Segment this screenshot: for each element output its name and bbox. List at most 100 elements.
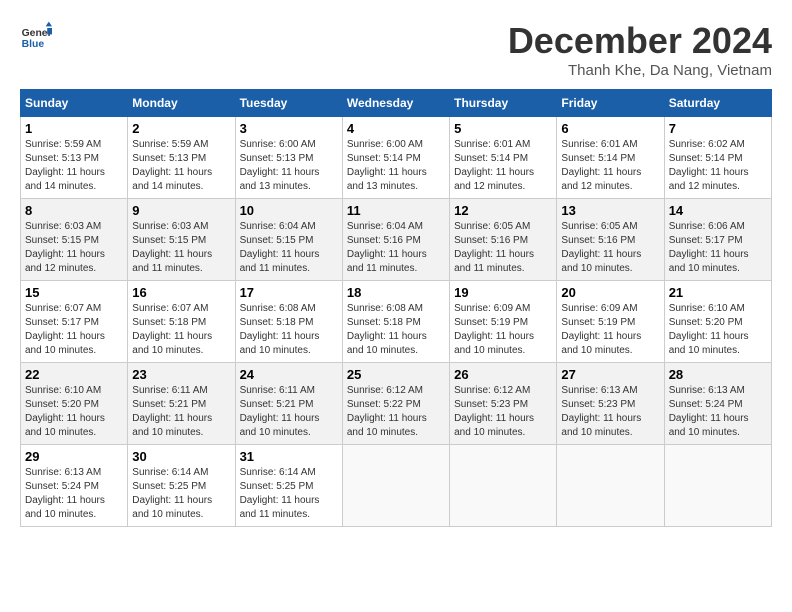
title-block: December 2024 Thanh Khe, Da Nang, Vietna… (508, 20, 772, 79)
table-row: 11Sunrise: 6:04 AM Sunset: 5:16 PM Dayli… (342, 199, 449, 281)
table-row: 13 Sunrise: 6:05 AM Sunset: 5:16 PM Dayli… (557, 199, 664, 281)
day-info: Sunrise: 6:13 AM Sunset: 5:24 PM Dayligh… (25, 466, 123, 522)
day-number: 18 (347, 285, 445, 300)
day-info: Sunrise: 6:10 AM Sunset: 5:20 PM Dayligh… (669, 302, 767, 358)
day-info: Sunrise: 6:04 AM Sunset: 5:15 PM Dayligh… (240, 220, 338, 276)
logo-icon: General Blue (20, 20, 52, 52)
table-row: 31 Sunrise: 6:14 AM Sunset: 5:25 PM Dayli… (235, 445, 342, 527)
calendar-table: Sunday Monday Tuesday Wednesday Thursday… (20, 89, 772, 527)
day-number: 1 (25, 121, 123, 136)
calendar-week-1: 1 Sunrise: 5:59 AM Sunset: 5:13 PM Daylig… (21, 117, 772, 199)
table-row: 4 Sunrise: 6:00 AM Sunset: 5:14 PM Daylig… (342, 117, 449, 199)
table-row: 17 Sunrise: 6:08 AM Sunset: 5:18 PM Dayli… (235, 281, 342, 363)
table-row: 15Sunrise: 6:07 AM Sunset: 5:17 PM Dayli… (21, 281, 128, 363)
table-row: 8 Sunrise: 6:03 AM Sunset: 5:15 PM Daylig… (21, 199, 128, 281)
calendar-week-3: 15Sunrise: 6:07 AM Sunset: 5:17 PM Dayli… (21, 281, 772, 363)
day-number: 2 (132, 121, 230, 136)
day-number: 6 (561, 121, 659, 136)
table-row: 21 Sunrise: 6:10 AM Sunset: 5:20 PM Dayli… (664, 281, 771, 363)
table-row (342, 445, 449, 527)
day-info: Sunrise: 6:09 AM Sunset: 5:19 PM Dayligh… (561, 302, 659, 358)
day-number: 3 (240, 121, 338, 136)
day-info: Sunrise: 6:13 AM Sunset: 5:23 PM Dayligh… (561, 384, 659, 440)
day-info: Sunrise: 6:05 AM Sunset: 5:16 PM Dayligh… (561, 220, 659, 276)
table-row (450, 445, 557, 527)
day-number: 17 (240, 285, 338, 300)
svg-text:Blue: Blue (22, 39, 45, 50)
day-number: 4 (347, 121, 445, 136)
day-info: Sunrise: 6:11 AM Sunset: 5:21 PM Dayligh… (240, 384, 338, 440)
table-row: 10 Sunrise: 6:04 AM Sunset: 5:15 PM Dayli… (235, 199, 342, 281)
day-number: 30 (132, 449, 230, 464)
table-row (664, 445, 771, 527)
table-row: 19 Sunrise: 6:09 AM Sunset: 5:19 PM Dayli… (450, 281, 557, 363)
table-row: 24 Sunrise: 6:11 AM Sunset: 5:21 PM Dayli… (235, 363, 342, 445)
day-number: 24 (240, 367, 338, 382)
day-info: Sunrise: 6:12 AM Sunset: 5:23 PM Dayligh… (454, 384, 552, 440)
calendar-week-2: 8 Sunrise: 6:03 AM Sunset: 5:15 PM Daylig… (21, 199, 772, 281)
day-info: Sunrise: 6:00 AM Sunset: 5:14 PM Dayligh… (347, 138, 445, 194)
day-info: Sunrise: 6:06 AM Sunset: 5:17 PM Dayligh… (669, 220, 767, 276)
table-row: 3Sunrise: 6:00 AM Sunset: 5:13 PM Daylig… (235, 117, 342, 199)
day-number: 16 (132, 285, 230, 300)
day-number: 8 (25, 203, 123, 218)
day-number: 5 (454, 121, 552, 136)
col-friday: Friday (557, 90, 664, 117)
calendar-header-row: Sunday Monday Tuesday Wednesday Thursday… (21, 90, 772, 117)
table-row: 1 Sunrise: 5:59 AM Sunset: 5:13 PM Daylig… (21, 117, 128, 199)
table-row: 30 Sunrise: 6:14 AM Sunset: 5:25 PM Dayli… (128, 445, 235, 527)
day-number: 21 (669, 285, 767, 300)
table-row: 5 Sunrise: 6:01 AM Sunset: 5:14 PM Daylig… (450, 117, 557, 199)
location: Thanh Khe, Da Nang, Vietnam (508, 62, 772, 79)
col-monday: Monday (128, 90, 235, 117)
day-info: Sunrise: 6:01 AM Sunset: 5:14 PM Dayligh… (454, 138, 552, 194)
table-row: 26 Sunrise: 6:12 AM Sunset: 5:23 PM Dayli… (450, 363, 557, 445)
day-info: Sunrise: 6:02 AM Sunset: 5:14 PM Dayligh… (669, 138, 767, 194)
month-title: December 2024 (508, 20, 772, 62)
day-number: 27 (561, 367, 659, 382)
day-number: 31 (240, 449, 338, 464)
page-header: General Blue December 2024 Thanh Khe, Da… (20, 20, 772, 79)
day-number: 19 (454, 285, 552, 300)
day-number: 7 (669, 121, 767, 136)
table-row: 7 Sunrise: 6:02 AM Sunset: 5:14 PM Daylig… (664, 117, 771, 199)
day-info: Sunrise: 5:59 AM Sunset: 5:13 PM Dayligh… (132, 138, 230, 194)
day-number: 12 (454, 203, 552, 218)
col-saturday: Saturday (664, 90, 771, 117)
day-number: 15 (25, 285, 123, 300)
col-wednesday: Wednesday (342, 90, 449, 117)
table-row: 27 Sunrise: 6:13 AM Sunset: 5:23 PM Dayli… (557, 363, 664, 445)
col-tuesday: Tuesday (235, 90, 342, 117)
day-info: Sunrise: 6:05 AM Sunset: 5:16 PM Dayligh… (454, 220, 552, 276)
day-info: Sunrise: 6:08 AM Sunset: 5:18 PM Dayligh… (347, 302, 445, 358)
day-number: 26 (454, 367, 552, 382)
table-row: 25Sunrise: 6:12 AM Sunset: 5:22 PM Dayli… (342, 363, 449, 445)
day-info: Sunrise: 6:14 AM Sunset: 5:25 PM Dayligh… (132, 466, 230, 522)
day-info: Sunrise: 5:59 AM Sunset: 5:13 PM Dayligh… (25, 138, 123, 194)
day-info: Sunrise: 6:03 AM Sunset: 5:15 PM Dayligh… (25, 220, 123, 276)
day-number: 22 (25, 367, 123, 382)
table-row (557, 445, 664, 527)
day-info: Sunrise: 6:11 AM Sunset: 5:21 PM Dayligh… (132, 384, 230, 440)
day-number: 10 (240, 203, 338, 218)
table-row: 14Sunrise: 6:06 AM Sunset: 5:17 PM Dayli… (664, 199, 771, 281)
calendar-week-5: 29 Sunrise: 6:13 AM Sunset: 5:24 PM Dayli… (21, 445, 772, 527)
table-row: 22Sunrise: 6:10 AM Sunset: 5:20 PM Dayli… (21, 363, 128, 445)
day-info: Sunrise: 6:03 AM Sunset: 5:15 PM Dayligh… (132, 220, 230, 276)
table-row: 29 Sunrise: 6:13 AM Sunset: 5:24 PM Dayli… (21, 445, 128, 527)
day-info: Sunrise: 6:14 AM Sunset: 5:25 PM Dayligh… (240, 466, 338, 522)
day-info: Sunrise: 6:07 AM Sunset: 5:18 PM Dayligh… (132, 302, 230, 358)
day-number: 29 (25, 449, 123, 464)
day-info: Sunrise: 6:01 AM Sunset: 5:14 PM Dayligh… (561, 138, 659, 194)
day-info: Sunrise: 6:08 AM Sunset: 5:18 PM Dayligh… (240, 302, 338, 358)
table-row: 20Sunrise: 6:09 AM Sunset: 5:19 PM Dayli… (557, 281, 664, 363)
day-info: Sunrise: 6:12 AM Sunset: 5:22 PM Dayligh… (347, 384, 445, 440)
col-sunday: Sunday (21, 90, 128, 117)
table-row: 23Sunrise: 6:11 AM Sunset: 5:21 PM Dayli… (128, 363, 235, 445)
table-row: 6 Sunrise: 6:01 AM Sunset: 5:14 PM Daylig… (557, 117, 664, 199)
day-number: 13 (561, 203, 659, 218)
table-row: 18 Sunrise: 6:08 AM Sunset: 5:18 PM Dayli… (342, 281, 449, 363)
day-info: Sunrise: 6:09 AM Sunset: 5:19 PM Dayligh… (454, 302, 552, 358)
day-number: 9 (132, 203, 230, 218)
table-row: 28Sunrise: 6:13 AM Sunset: 5:24 PM Dayli… (664, 363, 771, 445)
